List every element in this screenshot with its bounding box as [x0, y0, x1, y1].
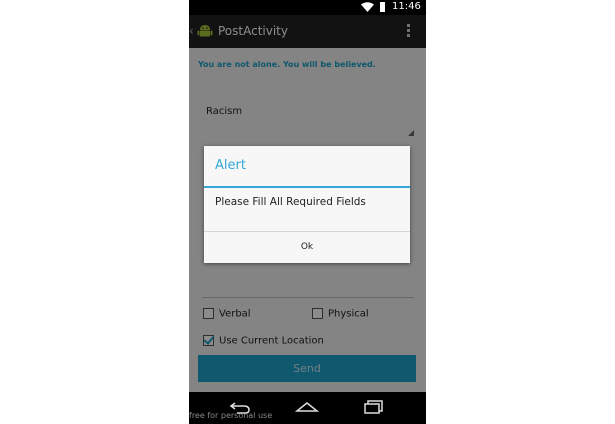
home-icon[interactable]	[295, 400, 319, 414]
dialog-title-divider	[204, 186, 410, 188]
alert-dialog: Alert Please Fill All Required Fields Ok	[204, 146, 410, 263]
recent-apps-icon[interactable]	[363, 400, 385, 414]
phone-screen: 11:46 ‹ PostActivity You are not alone. …	[189, 0, 426, 424]
dialog-message: Please Fill All Required Fields	[215, 196, 366, 208]
battery-icon	[380, 2, 385, 12]
status-bar: 11:46	[189, 0, 426, 15]
ok-button[interactable]: Ok	[204, 232, 410, 263]
dialog-title: Alert	[215, 158, 246, 173]
wifi-icon	[361, 2, 374, 12]
status-time: 11:46	[392, 1, 421, 12]
watermark-text: free for personal use	[189, 411, 273, 420]
